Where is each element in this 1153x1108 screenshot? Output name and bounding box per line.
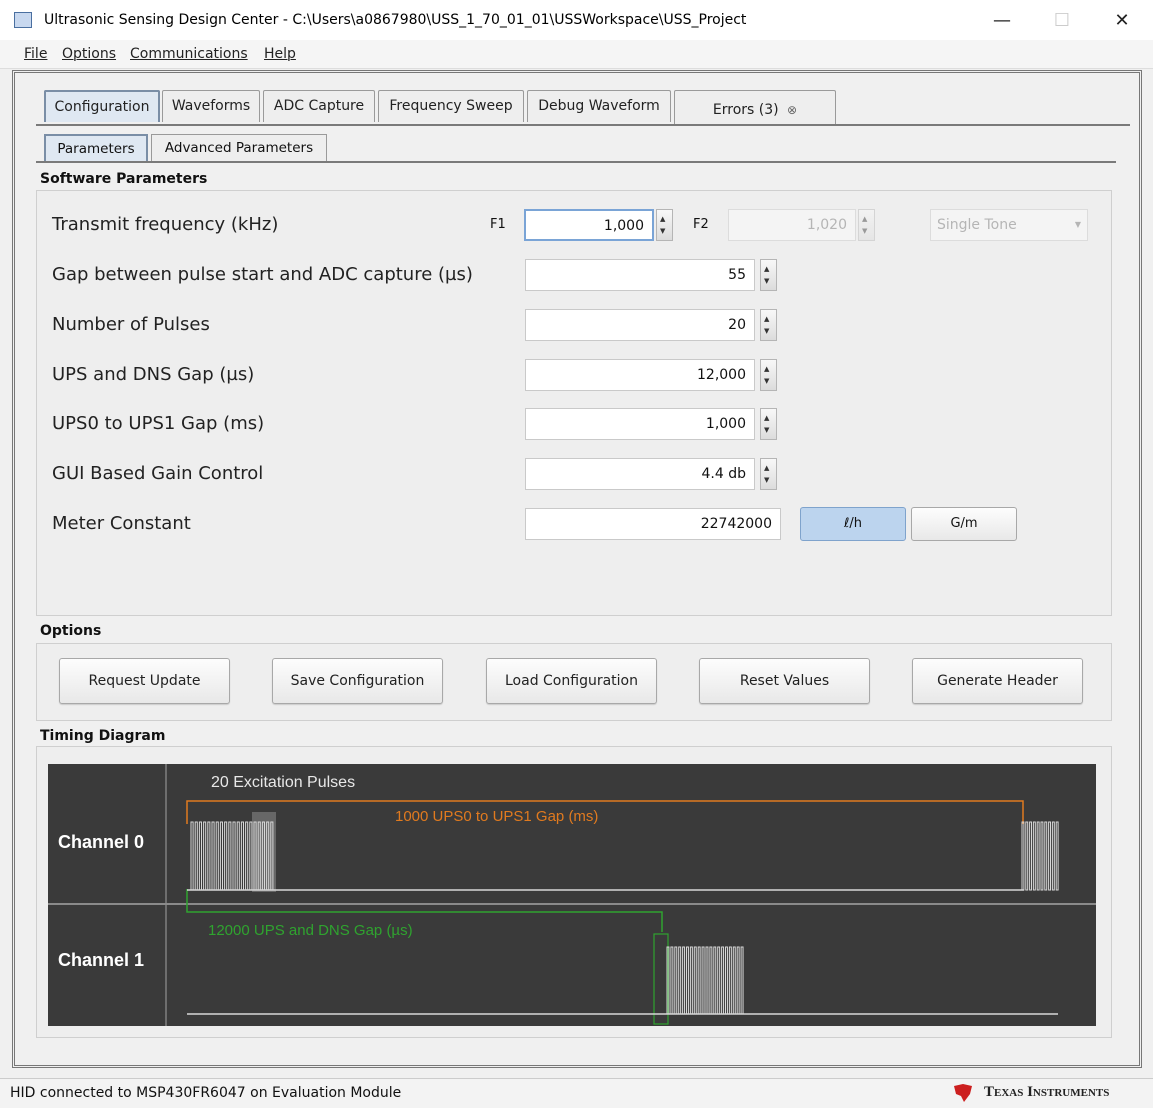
pulses-spinner[interactable]: ▲ ▼	[760, 309, 777, 341]
title-bar: Ultrasonic Sensing Design Center - C:\Us…	[0, 0, 1153, 40]
spin-up-icon[interactable]: ▲	[764, 316, 769, 323]
channel1-label: Channel 1	[58, 950, 144, 970]
ups0-ups1-gap-spinner[interactable]: ▲ ▼	[760, 408, 777, 440]
tone-select: Single Tone ▼	[930, 209, 1088, 241]
menu-file[interactable]: File	[24, 46, 47, 62]
software-parameters-group	[36, 190, 1112, 616]
spin-up-icon: ▲	[862, 215, 868, 223]
f2-spinner: ▲ ▼	[858, 209, 875, 241]
ti-logo-shape	[954, 1084, 972, 1102]
tab-configuration[interactable]: Configuration	[44, 90, 160, 122]
tone-select-value: Single Tone	[937, 217, 1017, 233]
gain-control-label: GUI Based Gain Control	[52, 463, 264, 484]
save-configuration-button[interactable]: Save Configuration	[272, 658, 443, 704]
ti-logo-icon	[952, 1082, 974, 1104]
transmit-frequency-label: Transmit frequency (kHz)	[52, 214, 279, 235]
status-text: HID connected to MSP430FR6047 on Evaluat…	[10, 1085, 402, 1101]
tab-debug-waveform[interactable]: Debug Waveform	[527, 90, 671, 122]
close-icon[interactable]: ⊗	[787, 103, 797, 117]
spin-down-icon[interactable]: ▼	[764, 427, 769, 434]
gain-control-input[interactable]: 4.4 db	[525, 458, 755, 490]
spin-up-icon[interactable]: ▲	[764, 366, 769, 373]
status-bar: HID connected to MSP430FR6047 on Evaluat…	[0, 1078, 1153, 1108]
f1-spinner[interactable]: ▲ ▼	[656, 209, 673, 241]
spin-down-icon[interactable]: ▼	[660, 228, 665, 235]
subtab-divider	[36, 161, 1116, 163]
spin-down-icon[interactable]: ▼	[764, 477, 769, 484]
spin-up-icon[interactable]: ▲	[660, 216, 665, 223]
transmit-frequency-f1-input[interactable]: 1,000	[524, 209, 654, 241]
spin-down-icon[interactable]: ▼	[764, 328, 769, 335]
timing-background	[48, 764, 1096, 1026]
menu-bar: File Options Communications Help	[0, 40, 1153, 69]
meter-constant-input[interactable]: 22742000	[525, 508, 781, 540]
generate-header-button[interactable]: Generate Header	[912, 658, 1083, 704]
spin-up-icon[interactable]: ▲	[764, 266, 769, 273]
tab-divider	[36, 124, 1130, 126]
tab-errors[interactable]: Errors (3) ⊗	[674, 90, 836, 126]
subtab-advanced-parameters[interactable]: Advanced Parameters	[151, 134, 327, 162]
software-parameters-title: Software Parameters	[40, 171, 208, 187]
spin-up-icon[interactable]: ▲	[764, 465, 769, 472]
channel0-label: Channel 0	[58, 832, 144, 852]
request-update-button[interactable]: Request Update	[59, 658, 230, 704]
f2-label: F2	[693, 217, 709, 232]
menu-help[interactable]: Help	[264, 46, 296, 62]
excitation-pulses-label: 20 Excitation Pulses	[211, 774, 355, 791]
number-of-pulses-label: Number of Pulses	[52, 314, 210, 335]
adc-gap-spinner[interactable]: ▲ ▼	[760, 259, 777, 291]
timing-diagram: Channel 0 Channel 1 20 Excitation Pulses…	[48, 764, 1096, 1026]
close-button[interactable]: ✕	[1102, 8, 1142, 34]
maximize-button[interactable]: ☐	[1042, 8, 1082, 34]
spin-down-icon: ▼	[862, 227, 868, 235]
meter-constant-label: Meter Constant	[52, 513, 191, 534]
number-of-pulses-input[interactable]: 20	[525, 309, 755, 341]
spin-down-icon[interactable]: ▼	[764, 278, 769, 285]
gain-spinner[interactable]: ▲ ▼	[760, 458, 777, 490]
menu-options[interactable]: Options	[62, 46, 116, 62]
f1-label: F1	[490, 217, 506, 232]
spin-down-icon[interactable]: ▼	[764, 378, 769, 385]
ups0-ups1-gap-label: UPS0 to UPS1 Gap (ms)	[52, 413, 265, 434]
ups0-ups1-gap-label: 1000 UPS0 to UPS1 Gap (ms)	[395, 808, 598, 825]
reset-values-button[interactable]: Reset Values	[699, 658, 870, 704]
spin-up-icon[interactable]: ▲	[764, 415, 769, 422]
chevron-down-icon: ▼	[1074, 220, 1081, 229]
minimize-button[interactable]: —	[982, 8, 1022, 34]
subtab-parameters[interactable]: Parameters	[44, 134, 148, 162]
options-title: Options	[40, 623, 102, 639]
ups-dns-gap-label: 12000 UPS and DNS Gap (µs)	[208, 922, 413, 939]
transmit-frequency-f2-input: 1,020	[728, 209, 856, 241]
tab-frequency-sweep[interactable]: Frequency Sweep	[378, 90, 524, 122]
window-title: Ultrasonic Sensing Design Center - C:\Us…	[44, 12, 747, 28]
load-configuration-button[interactable]: Load Configuration	[486, 658, 657, 704]
gallons-per-minute-button[interactable]: G/m	[911, 507, 1017, 541]
app-icon	[14, 12, 32, 28]
ups-dns-gap-input[interactable]: 12,000	[525, 359, 755, 391]
menu-communications[interactable]: Communications	[130, 46, 248, 62]
timing-diagram-title: Timing Diagram	[40, 728, 166, 744]
tab-waveforms[interactable]: Waveforms	[162, 90, 260, 122]
ups0-ups1-gap-input[interactable]: 1,000	[525, 408, 755, 440]
adc-gap-label: Gap between pulse start and ADC capture …	[52, 264, 473, 285]
tab-errors-label: Errors (3)	[712, 102, 779, 118]
ups-dns-gap-label: UPS and DNS Gap (µs)	[52, 364, 255, 385]
liters-per-hour-button[interactable]: ℓ/h	[800, 507, 906, 541]
tab-adc-capture[interactable]: ADC Capture	[263, 90, 375, 122]
ti-brand: Texas Instruments	[984, 1084, 1110, 1100]
adc-gap-input[interactable]: 55	[525, 259, 755, 291]
ups-dns-gap-spinner[interactable]: ▲ ▼	[760, 359, 777, 391]
